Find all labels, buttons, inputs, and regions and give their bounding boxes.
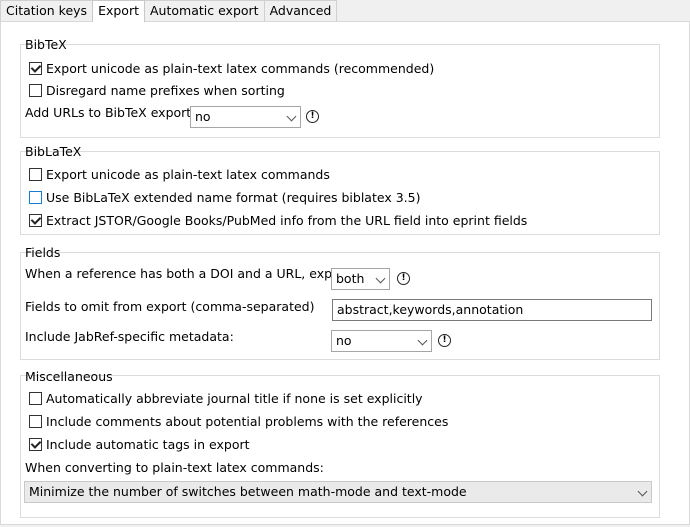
chevron-down-icon xyxy=(286,111,297,122)
tab-advanced[interactable]: Advanced xyxy=(263,0,338,21)
tab-citation-keys[interactable]: Citation keys xyxy=(0,0,94,21)
doi-url-select[interactable]: both xyxy=(331,268,390,290)
doi-url-label: When a reference has both a DOI and a UR… xyxy=(25,266,350,281)
extended-name-option[interactable]: Use BibLaTeX extended name format (requi… xyxy=(29,190,420,205)
bibtex-export-unicode-checkbox[interactable] xyxy=(29,62,42,75)
converting-select[interactable]: Minimize the number of switches between … xyxy=(24,481,652,503)
disregard-prefixes-label: Disregard name prefixes when sorting xyxy=(46,83,285,98)
omit-fields-label: Fields to omit from export (comma-separa… xyxy=(25,299,315,314)
bibtex-export-unicode-label: Export unicode as plain-text latex comma… xyxy=(46,61,435,76)
chevron-down-icon xyxy=(375,273,386,284)
disregard-prefixes-option[interactable]: Disregard name prefixes when sorting xyxy=(29,83,285,98)
abbreviate-option[interactable]: Automatically abbreviate journal title i… xyxy=(29,391,423,406)
converting-label: When converting to plain-text latex comm… xyxy=(25,460,324,475)
biblatex-title: BibLaTeX xyxy=(25,144,82,159)
abbreviate-label: Automatically abbreviate journal title i… xyxy=(46,391,423,406)
auto-tags-option[interactable]: Include automatic tags in export xyxy=(29,437,250,452)
disregard-prefixes-checkbox[interactable] xyxy=(29,84,42,97)
extended-name-label: Use BibLaTeX extended name format (requi… xyxy=(46,190,421,205)
jabref-metadata-select[interactable]: no xyxy=(331,330,432,352)
extract-jstor-label: Extract JSTOR/Google Books/PubMed info f… xyxy=(46,213,528,228)
tab-automatic-export[interactable]: Automatic export xyxy=(144,0,265,21)
info-icon[interactable]: ! xyxy=(438,334,451,347)
bibtex-export-unicode-option[interactable]: Export unicode as plain-text latex comma… xyxy=(29,61,434,76)
comments-label: Include comments about potential problem… xyxy=(46,414,449,429)
misc-title: Miscellaneous xyxy=(25,369,113,384)
comments-option[interactable]: Include comments about potential problem… xyxy=(29,414,448,429)
biblatex-export-unicode-label: Export unicode as plain-text latex comma… xyxy=(46,167,330,182)
extract-jstor-option[interactable]: Extract JSTOR/Google Books/PubMed info f… xyxy=(29,213,527,228)
tab-bar: Citation keys Export Automatic export Ad… xyxy=(0,0,338,22)
add-urls-label: Add URLs to BibTeX export xyxy=(25,105,192,120)
info-icon[interactable]: ! xyxy=(397,272,410,285)
info-icon[interactable]: ! xyxy=(306,110,319,123)
chevron-down-icon xyxy=(417,335,428,346)
add-urls-select[interactable]: no xyxy=(190,106,301,128)
auto-tags-checkbox[interactable] xyxy=(29,438,42,451)
tab-export[interactable]: Export xyxy=(92,0,145,22)
biblatex-export-unicode-option[interactable]: Export unicode as plain-text latex comma… xyxy=(29,167,330,182)
fields-title: Fields xyxy=(25,245,61,260)
abbreviate-checkbox[interactable] xyxy=(29,392,42,405)
chevron-down-icon xyxy=(637,486,648,497)
bibtex-title: BibTeX xyxy=(25,37,67,52)
omit-fields-input[interactable]: abstract,keywords,annotation xyxy=(332,299,652,321)
extended-name-checkbox[interactable] xyxy=(29,191,42,204)
export-panel: BibTeX Export unicode as plain-text late… xyxy=(0,21,690,525)
extract-jstor-checkbox[interactable] xyxy=(29,214,42,227)
biblatex-export-unicode-checkbox[interactable] xyxy=(29,168,42,181)
jabref-metadata-label: Include JabRef-specific metadata: xyxy=(25,329,234,344)
auto-tags-label: Include automatic tags in export xyxy=(46,437,250,452)
comments-checkbox[interactable] xyxy=(29,415,42,428)
